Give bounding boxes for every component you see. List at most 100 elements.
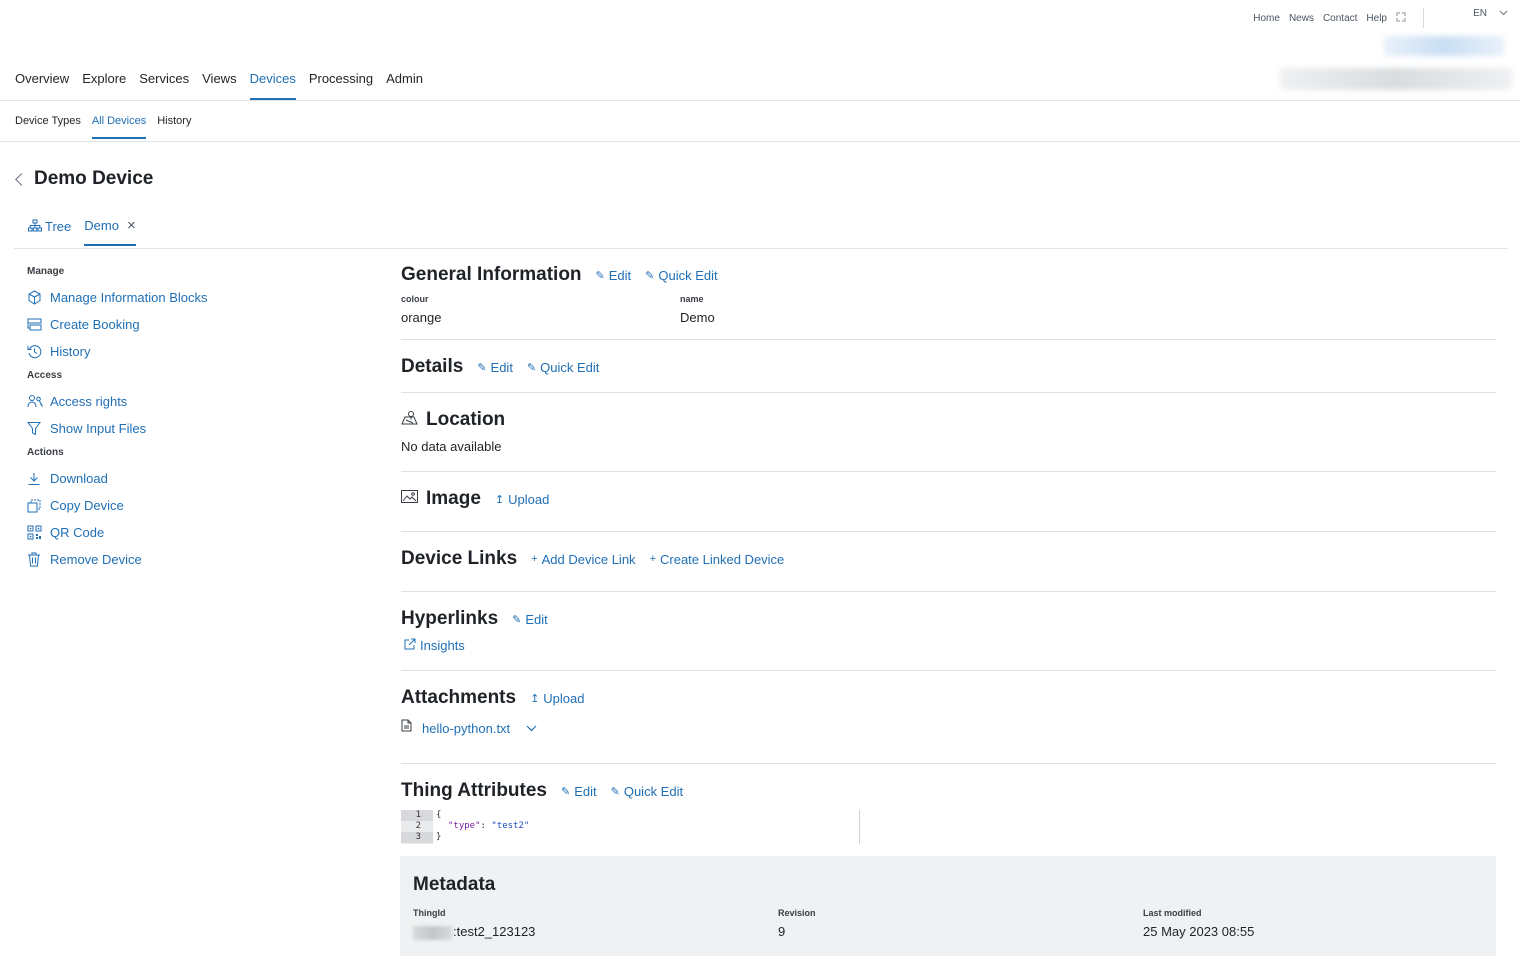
tab-demo[interactable]: Demo ×: [84, 216, 136, 246]
sidebar-item-download[interactable]: Download: [27, 465, 327, 492]
edit-button[interactable]: ✎ Edit: [561, 784, 597, 799]
history-icon: [27, 344, 50, 359]
main-nav-divider: [0, 100, 1520, 101]
quick-edit-button[interactable]: ✎ Quick Edit: [645, 268, 717, 283]
map-icon: [401, 410, 418, 430]
copy-icon: [27, 499, 50, 513]
section-title: Attachments: [401, 687, 517, 708]
edit-icon: ✎: [645, 269, 655, 282]
code-lines: { "type": "test2" }: [436, 810, 530, 842]
sidebar-item-copy-device[interactable]: Copy Device: [27, 492, 327, 519]
top-utility-bar: Home News Contact Help EN: [0, 0, 1520, 30]
section-thing-attributes: Thing Attributes ✎ Edit ✎ Quick Edit 1 2 3…: [401, 764, 1496, 854]
section-image: Image ↥ Upload: [401, 472, 1496, 532]
section-title: Hyperlinks: [401, 608, 499, 629]
external-link-icon: [404, 638, 416, 653]
close-icon[interactable]: ×: [127, 218, 136, 233]
sidebar-item-label: Download: [50, 471, 108, 486]
meta-thing-id: ThingId :test2_123123: [413, 908, 536, 940]
edit-icon: ✎: [595, 269, 605, 282]
section-title: Metadata: [413, 874, 496, 895]
code-gutter: 1 2 3: [401, 810, 433, 844]
section-details: Details ✎ Edit ✎ Quick Edit: [401, 340, 1496, 393]
upload-button[interactable]: ↥ Upload: [530, 691, 584, 706]
section-title: Device Links: [401, 548, 518, 569]
language-selector[interactable]: EN: [1473, 8, 1508, 19]
create-linked-device-button[interactable]: + Create Linked Device: [650, 552, 785, 567]
subnav-all-devices[interactable]: All Devices: [91, 112, 147, 139]
field-colour: colour orange: [401, 294, 442, 325]
fullscreen-icon[interactable]: [1396, 12, 1406, 25]
nav-overview[interactable]: Overview: [15, 62, 69, 100]
quick-edit-button[interactable]: ✎ Quick Edit: [527, 360, 599, 375]
filter-icon: [27, 421, 50, 436]
section-title: Thing Attributes: [401, 780, 547, 801]
top-link-news[interactable]: News: [1289, 13, 1314, 24]
blocks-icon: [27, 290, 50, 305]
section-location: Location No data available: [401, 393, 1496, 472]
json-code-editor[interactable]: 1 2 3 { "type": "test2" }: [401, 810, 861, 846]
quick-edit-button[interactable]: ✎ Quick Edit: [611, 784, 683, 799]
access-rights-icon: [27, 394, 50, 409]
nav-views[interactable]: Views: [202, 62, 236, 100]
back-chevron-icon[interactable]: [15, 172, 28, 186]
editor-margin-line: [859, 810, 860, 844]
edit-icon: ✎: [526, 361, 537, 374]
upload-icon: ↥: [530, 692, 540, 705]
sidebar-item-manage-information-blocks[interactable]: Manage Information Blocks: [27, 284, 327, 311]
subnav-device-types[interactable]: Device Types: [15, 112, 81, 139]
top-divider: [1423, 8, 1424, 28]
sidebar-item-show-input-files[interactable]: Show Input Files: [27, 415, 327, 442]
attachment-row: hello-python.txt: [401, 719, 1496, 737]
file-icon: [401, 719, 412, 737]
sidebar-item-remove-device[interactable]: Remove Device: [27, 546, 327, 573]
nav-admin[interactable]: Admin: [386, 62, 423, 100]
device-tabs: Tree Demo ×: [28, 216, 136, 246]
top-link-help[interactable]: Help: [1366, 13, 1387, 24]
nav-explore[interactable]: Explore: [82, 62, 126, 100]
hyperlink-insights[interactable]: Insights: [404, 638, 465, 653]
top-link-home[interactable]: Home: [1253, 13, 1280, 24]
tab-tree[interactable]: Tree: [28, 216, 71, 246]
top-links: Home News Contact Help: [1253, 8, 1424, 28]
page-header: Demo Device: [15, 168, 153, 190]
top-link-contact[interactable]: Contact: [1323, 13, 1357, 24]
sidebar-item-qr-code[interactable]: QR Code: [27, 519, 327, 546]
edit-button[interactable]: ✎ Edit: [477, 360, 513, 375]
sidebar-item-label: Access rights: [50, 394, 128, 409]
meta-revision: Revision 9: [778, 908, 816, 939]
sub-nav-divider: [0, 141, 1520, 142]
section-title: General Information: [401, 264, 582, 285]
sidebar-item-create-booking[interactable]: Create Booking: [27, 311, 327, 338]
sidebar-item-history[interactable]: History: [27, 338, 327, 365]
sidebar-item-label: Copy Device: [50, 498, 124, 513]
sidebar-group-manage: Manage: [27, 266, 65, 277]
sidebar-item-label: Manage Information Blocks: [50, 290, 208, 305]
sidebar-group-actions: Actions: [27, 447, 64, 458]
language-label: EN: [1473, 8, 1487, 19]
edit-icon: ✎: [561, 785, 571, 798]
device-actions-sidebar: Manage Manage Information Blocks Create …: [27, 266, 327, 573]
edit-icon: ✎: [512, 613, 522, 626]
subnav-history[interactable]: History: [157, 112, 191, 139]
edit-icon: ✎: [610, 785, 620, 798]
user-account-info[interactable]: [1280, 68, 1512, 90]
section-general-information: General Information ✎ Edit ✎ Quick Edit co…: [401, 258, 1496, 340]
chevron-down-icon[interactable]: [526, 719, 537, 737]
add-device-link-button[interactable]: + Add Device Link: [531, 552, 635, 567]
plus-icon: +: [531, 553, 538, 565]
attachment-file-link[interactable]: hello-python.txt: [422, 721, 510, 736]
section-metadata: Metadata ThingId :test2_123123 Revision …: [400, 856, 1496, 956]
download-icon: [27, 472, 50, 486]
sidebar-item-access-rights[interactable]: Access rights: [27, 388, 327, 415]
edit-button[interactable]: ✎ Edit: [512, 612, 548, 627]
nav-services[interactable]: Services: [139, 62, 189, 100]
nav-devices[interactable]: Devices: [249, 62, 296, 100]
sidebar-item-label: Remove Device: [50, 552, 142, 567]
tab-demo-label: Demo: [84, 218, 119, 233]
upload-button[interactable]: ↥ Upload: [495, 492, 549, 507]
edit-button[interactable]: ✎ Edit: [596, 268, 632, 283]
nav-processing[interactable]: Processing: [309, 62, 373, 100]
sidebar-item-label: QR Code: [50, 525, 105, 540]
chevron-down-icon: [1499, 8, 1508, 19]
